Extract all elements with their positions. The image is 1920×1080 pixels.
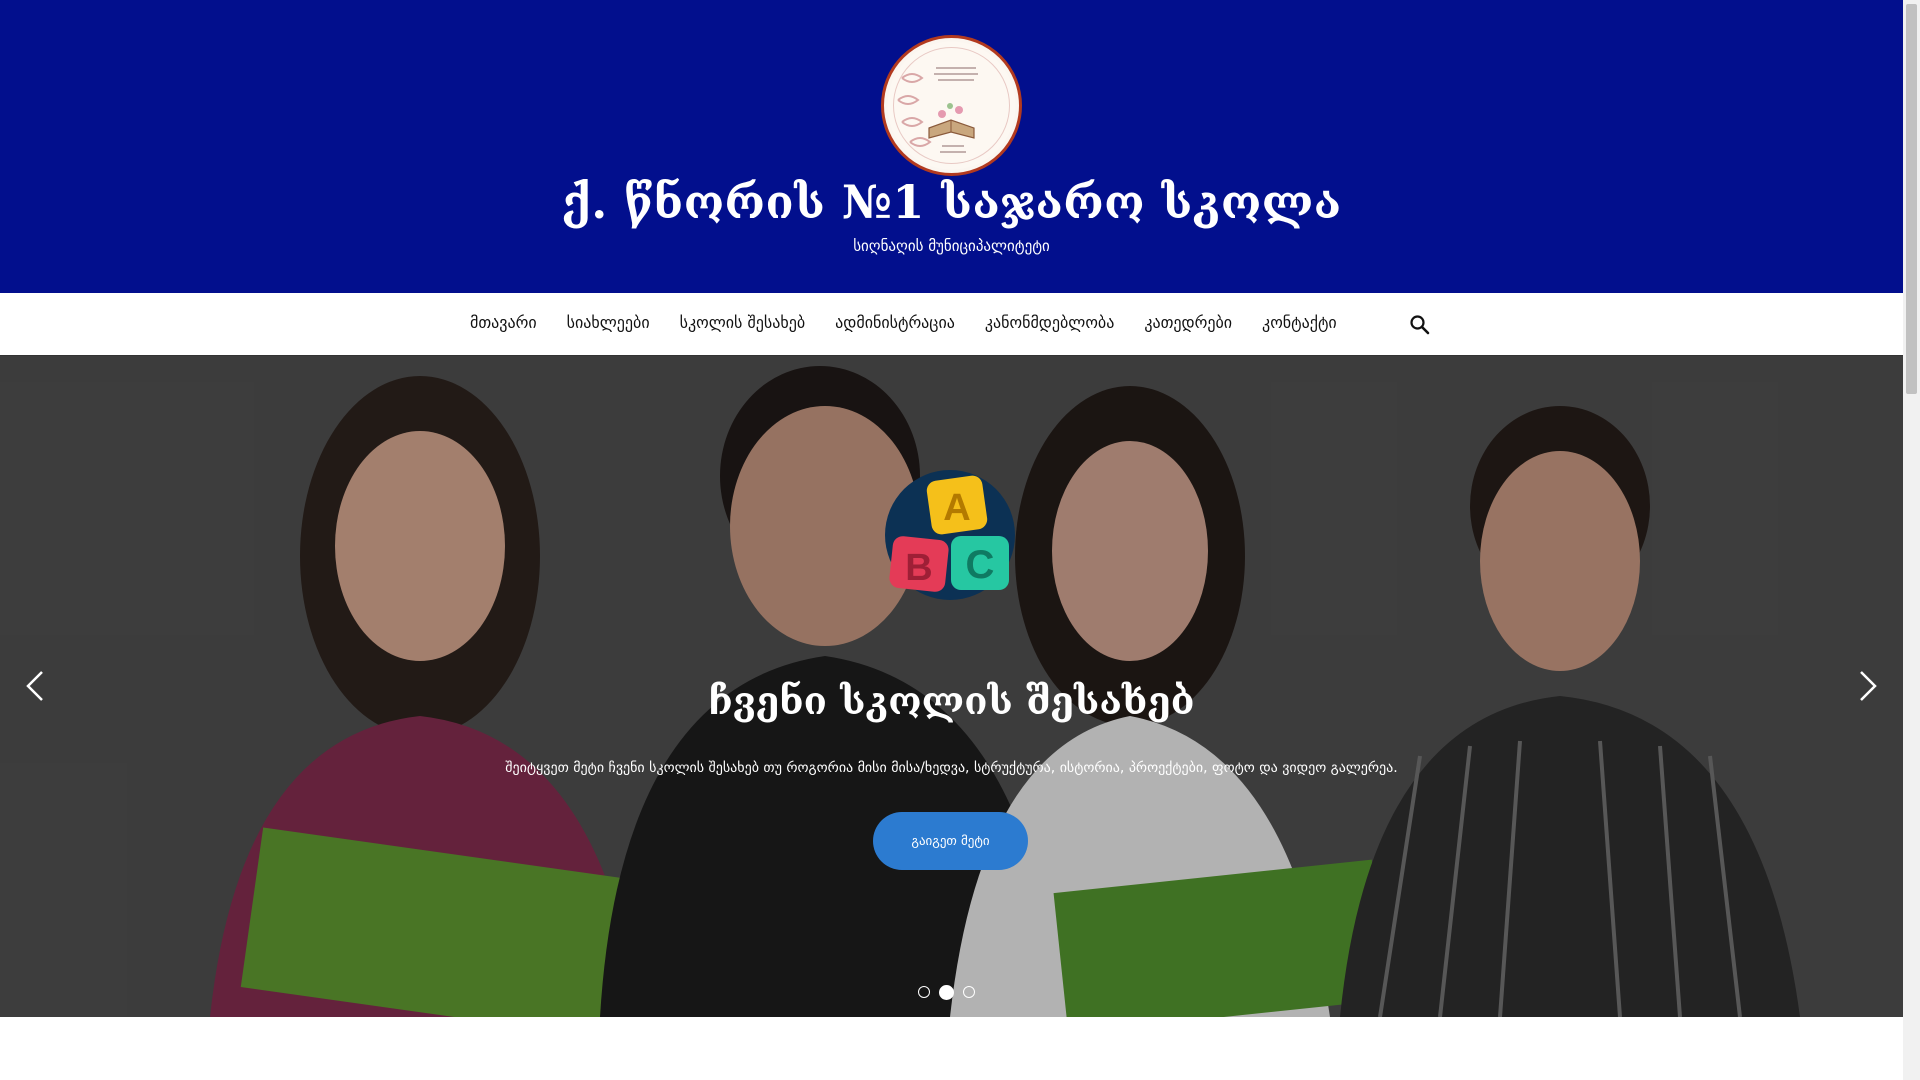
- slide-title: ჩვენი სკოლის შესახებ: [708, 678, 1195, 723]
- site-title[interactable]: ქ. წნორის №1 საჯარო სკოლა: [0, 175, 1903, 229]
- page-scrollbar[interactable]: [1903, 0, 1920, 1080]
- chevron-left-icon: [26, 671, 43, 701]
- slider-next-button[interactable]: [1853, 666, 1883, 706]
- svg-text:A: A: [943, 487, 970, 529]
- nav-item-departments[interactable]: კათედრები: [1144, 313, 1232, 332]
- nav-item-legislation[interactable]: კანონმდებლობა: [985, 313, 1114, 332]
- scrollbar-thumb[interactable]: [1906, 4, 1917, 394]
- search-button[interactable]: [1408, 313, 1432, 337]
- learn-more-button[interactable]: გაიგეთ მეტი: [873, 812, 1028, 870]
- slide-description: შეიტყვეთ მეტი ჩვენი სკოლის შესახებ თუ რო…: [505, 760, 1398, 776]
- svg-text:C: C: [966, 543, 995, 587]
- slider-dot-1[interactable]: [918, 986, 930, 998]
- chevron-right-icon: [1860, 671, 1877, 701]
- slider-dot-2[interactable]: [939, 984, 954, 1000]
- site-subtitle: სიღნაღის მუნიციპალიტეტი: [853, 237, 1050, 255]
- search-icon: [1410, 315, 1430, 335]
- nav-item-administration[interactable]: ადმინისტრაცია: [835, 313, 955, 332]
- site-header: ქ. წნორის №1 საჯარო სკოლა სიღნაღის მუნიც…: [0, 0, 1903, 293]
- main-navigation: მთავარი სიახლეები სკოლის შესახებ ადმინის…: [0, 293, 1903, 356]
- nav-item-home[interactable]: მთავარი: [470, 313, 537, 332]
- nav-item-news[interactable]: სიახლეები: [567, 313, 650, 332]
- hero-slider: A B C ჩვენი სკოლის შესახებ შეიტყვეთ მეტი…: [0, 356, 1903, 1017]
- school-logo[interactable]: [881, 35, 1022, 176]
- nav-item-about-school[interactable]: სკოლის შესახებ: [680, 313, 806, 332]
- abc-blocks-icon: A B C: [885, 470, 1015, 600]
- school-emblem-icon: [887, 41, 1016, 170]
- slider-pagination: [918, 984, 975, 1000]
- slider-dot-3[interactable]: [963, 986, 975, 998]
- svg-text:B: B: [905, 547, 932, 589]
- slider-prev-button[interactable]: [20, 666, 50, 706]
- nav-item-contact[interactable]: კონტაქტი: [1262, 313, 1337, 332]
